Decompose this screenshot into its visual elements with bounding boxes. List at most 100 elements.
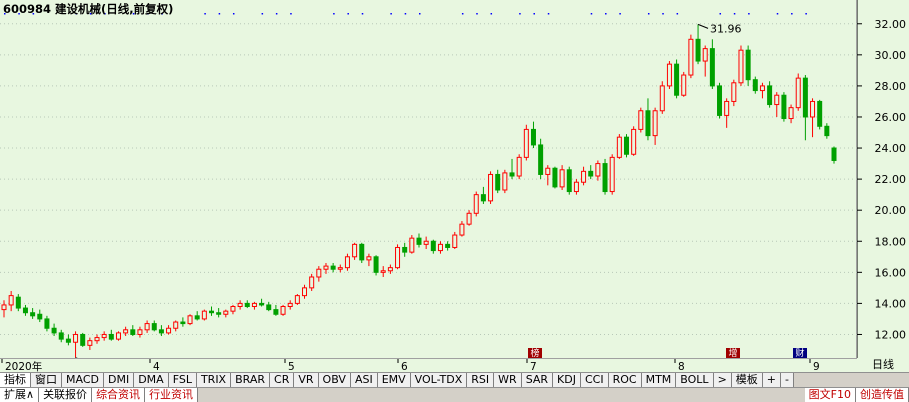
indicator-tab-asi[interactable]: ASI (350, 373, 378, 387)
indicator-tab-macd[interactable]: MACD (62, 373, 104, 387)
candle-body (44, 318, 50, 329)
indicator-tab-trix[interactable]: TRIX (196, 373, 232, 387)
indicator-tab-dmi[interactable]: DMI (103, 373, 135, 387)
bottom-tab[interactable]: 行业资讯 (145, 388, 199, 402)
info-dot (776, 13, 779, 15)
candle-body (416, 237, 422, 245)
candle-body (631, 128, 637, 155)
candle-body (337, 267, 343, 270)
indicator-tab-mtm[interactable]: MTM (641, 373, 677, 387)
candle-body (545, 167, 551, 175)
bottom-tabbar: 扩展∧ 关联报价 综合资讯 行业资讯 图文F10 创造传值 (0, 387, 909, 402)
info-dot (519, 13, 521, 15)
indicator-tab-dma[interactable]: DMA (134, 373, 169, 387)
candle-body (101, 333, 107, 339)
chart-title: 600984 建设机械(日线,前复权) (3, 2, 174, 16)
price-axis: 12.00 14.00 16.00 18.00 20.00 22.00 24.00 26.00… (857, 0, 909, 358)
candle-body (251, 302, 257, 308)
candle-body (645, 110, 651, 137)
indicator-tab-fsl[interactable]: FSL (168, 373, 197, 387)
indicator-tab-sar[interactable]: SAR (521, 373, 554, 387)
candle-body (538, 144, 544, 175)
bottom-tab[interactable]: 关联报价 (39, 388, 93, 402)
indicator-tab-obv[interactable]: OBV (318, 373, 351, 387)
candle-body (330, 265, 336, 270)
indicator-tab--[interactable]: 指标 (0, 373, 31, 387)
info-dot (275, 13, 278, 15)
candle-body (15, 296, 21, 309)
candle-body (802, 77, 808, 118)
candle-body (509, 172, 515, 177)
price-tick-label: 28.00 (875, 80, 907, 93)
indicator-tabbar: 指标 窗口 MACD DMI DMA FSL TRIX BRAR CR VR OBV ASI EMV VO… (0, 372, 909, 387)
info-dot (404, 13, 407, 15)
indicator-tab-boll[interactable]: BOLL (676, 373, 714, 387)
candle-body (187, 315, 193, 325)
bottom-tab[interactable]: 扩展∧ (0, 388, 40, 402)
candle-body (473, 194, 479, 214)
candle-body (788, 107, 794, 120)
price-tick-label: 22.00 (875, 173, 907, 186)
candle-body (144, 323, 150, 331)
high-label: 31.96 (710, 22, 742, 35)
candle-body (380, 270, 386, 273)
info-dot (805, 13, 807, 15)
bottom-right-tab[interactable]: 创造传值 (856, 388, 909, 402)
candle-body (51, 327, 57, 334)
candle-body (8, 295, 14, 306)
candle-body (65, 338, 71, 343)
indicator-tab-brar[interactable]: BRAR (231, 373, 271, 387)
info-dot (232, 13, 235, 15)
candle-body (137, 329, 143, 335)
candle-body (223, 310, 229, 315)
candle-body (237, 302, 243, 308)
indicator-tab--[interactable]: 模板 (731, 373, 763, 387)
candle-body (795, 77, 801, 109)
indicator-tab-vr[interactable]: VR (294, 373, 319, 387)
bottom-tab[interactable]: 综合资讯 (92, 388, 146, 402)
candle-body (752, 79, 758, 92)
candle-body (294, 295, 300, 304)
candle-body (323, 265, 329, 270)
candle-body (151, 323, 157, 331)
candle-body (273, 309, 279, 315)
info-dot (647, 13, 650, 15)
indicator-tab--[interactable]: - (781, 373, 794, 387)
bottom-right-tab[interactable]: 图文F10 (804, 388, 856, 402)
stock-chart-window: { "title": "600984 建设机械(日线,前复权)", "perio… (0, 0, 909, 402)
info-dot (748, 13, 750, 15)
indicator-tab--[interactable]: 窗口 (31, 373, 62, 387)
candle-body (359, 243, 365, 261)
indicator-tab-roc[interactable]: ROC (608, 373, 642, 387)
candle-body (1, 304, 7, 311)
indicator-tab-cr[interactable]: CR (270, 373, 295, 387)
candle-body (573, 181, 579, 193)
candle-body (688, 38, 694, 76)
candle-body (624, 136, 629, 155)
indicator-tab--[interactable]: + (762, 373, 781, 387)
indicator-tab-cci[interactable]: CCI (580, 373, 609, 387)
candlestick-chart[interactable]: 31.9610.51榜增财 (0, 0, 857, 358)
indicator-tab-emv[interactable]: EMV (377, 373, 411, 387)
price-tick-label: 14.00 (875, 297, 907, 310)
indicator-tab-wr[interactable]: WR (494, 373, 522, 387)
candle-body (774, 94, 780, 106)
candle-body (402, 246, 408, 253)
indicator-tab-vol-tdx[interactable]: VOL-TDX (410, 373, 468, 387)
candle-body (824, 125, 830, 137)
candle-body (738, 49, 744, 84)
indicator-tab--[interactable]: > (713, 373, 732, 387)
candle-body (588, 170, 594, 177)
info-dot (533, 13, 535, 15)
indicator-tab-rsi[interactable]: RSI (467, 373, 495, 387)
period-label[interactable]: 日线 (857, 358, 909, 372)
indicator-tab-kdj[interactable]: KDJ (553, 373, 581, 387)
candle-body (87, 340, 93, 346)
price-chart-panel[interactable]: 31.9610.51榜增财 600984 建设机械(日线,前复权) (0, 0, 857, 358)
candle-body (759, 85, 765, 92)
info-dot (490, 13, 493, 15)
info-dot (290, 13, 292, 15)
info-dot (547, 13, 550, 15)
candle-body (423, 240, 429, 245)
info-dot (476, 13, 478, 15)
